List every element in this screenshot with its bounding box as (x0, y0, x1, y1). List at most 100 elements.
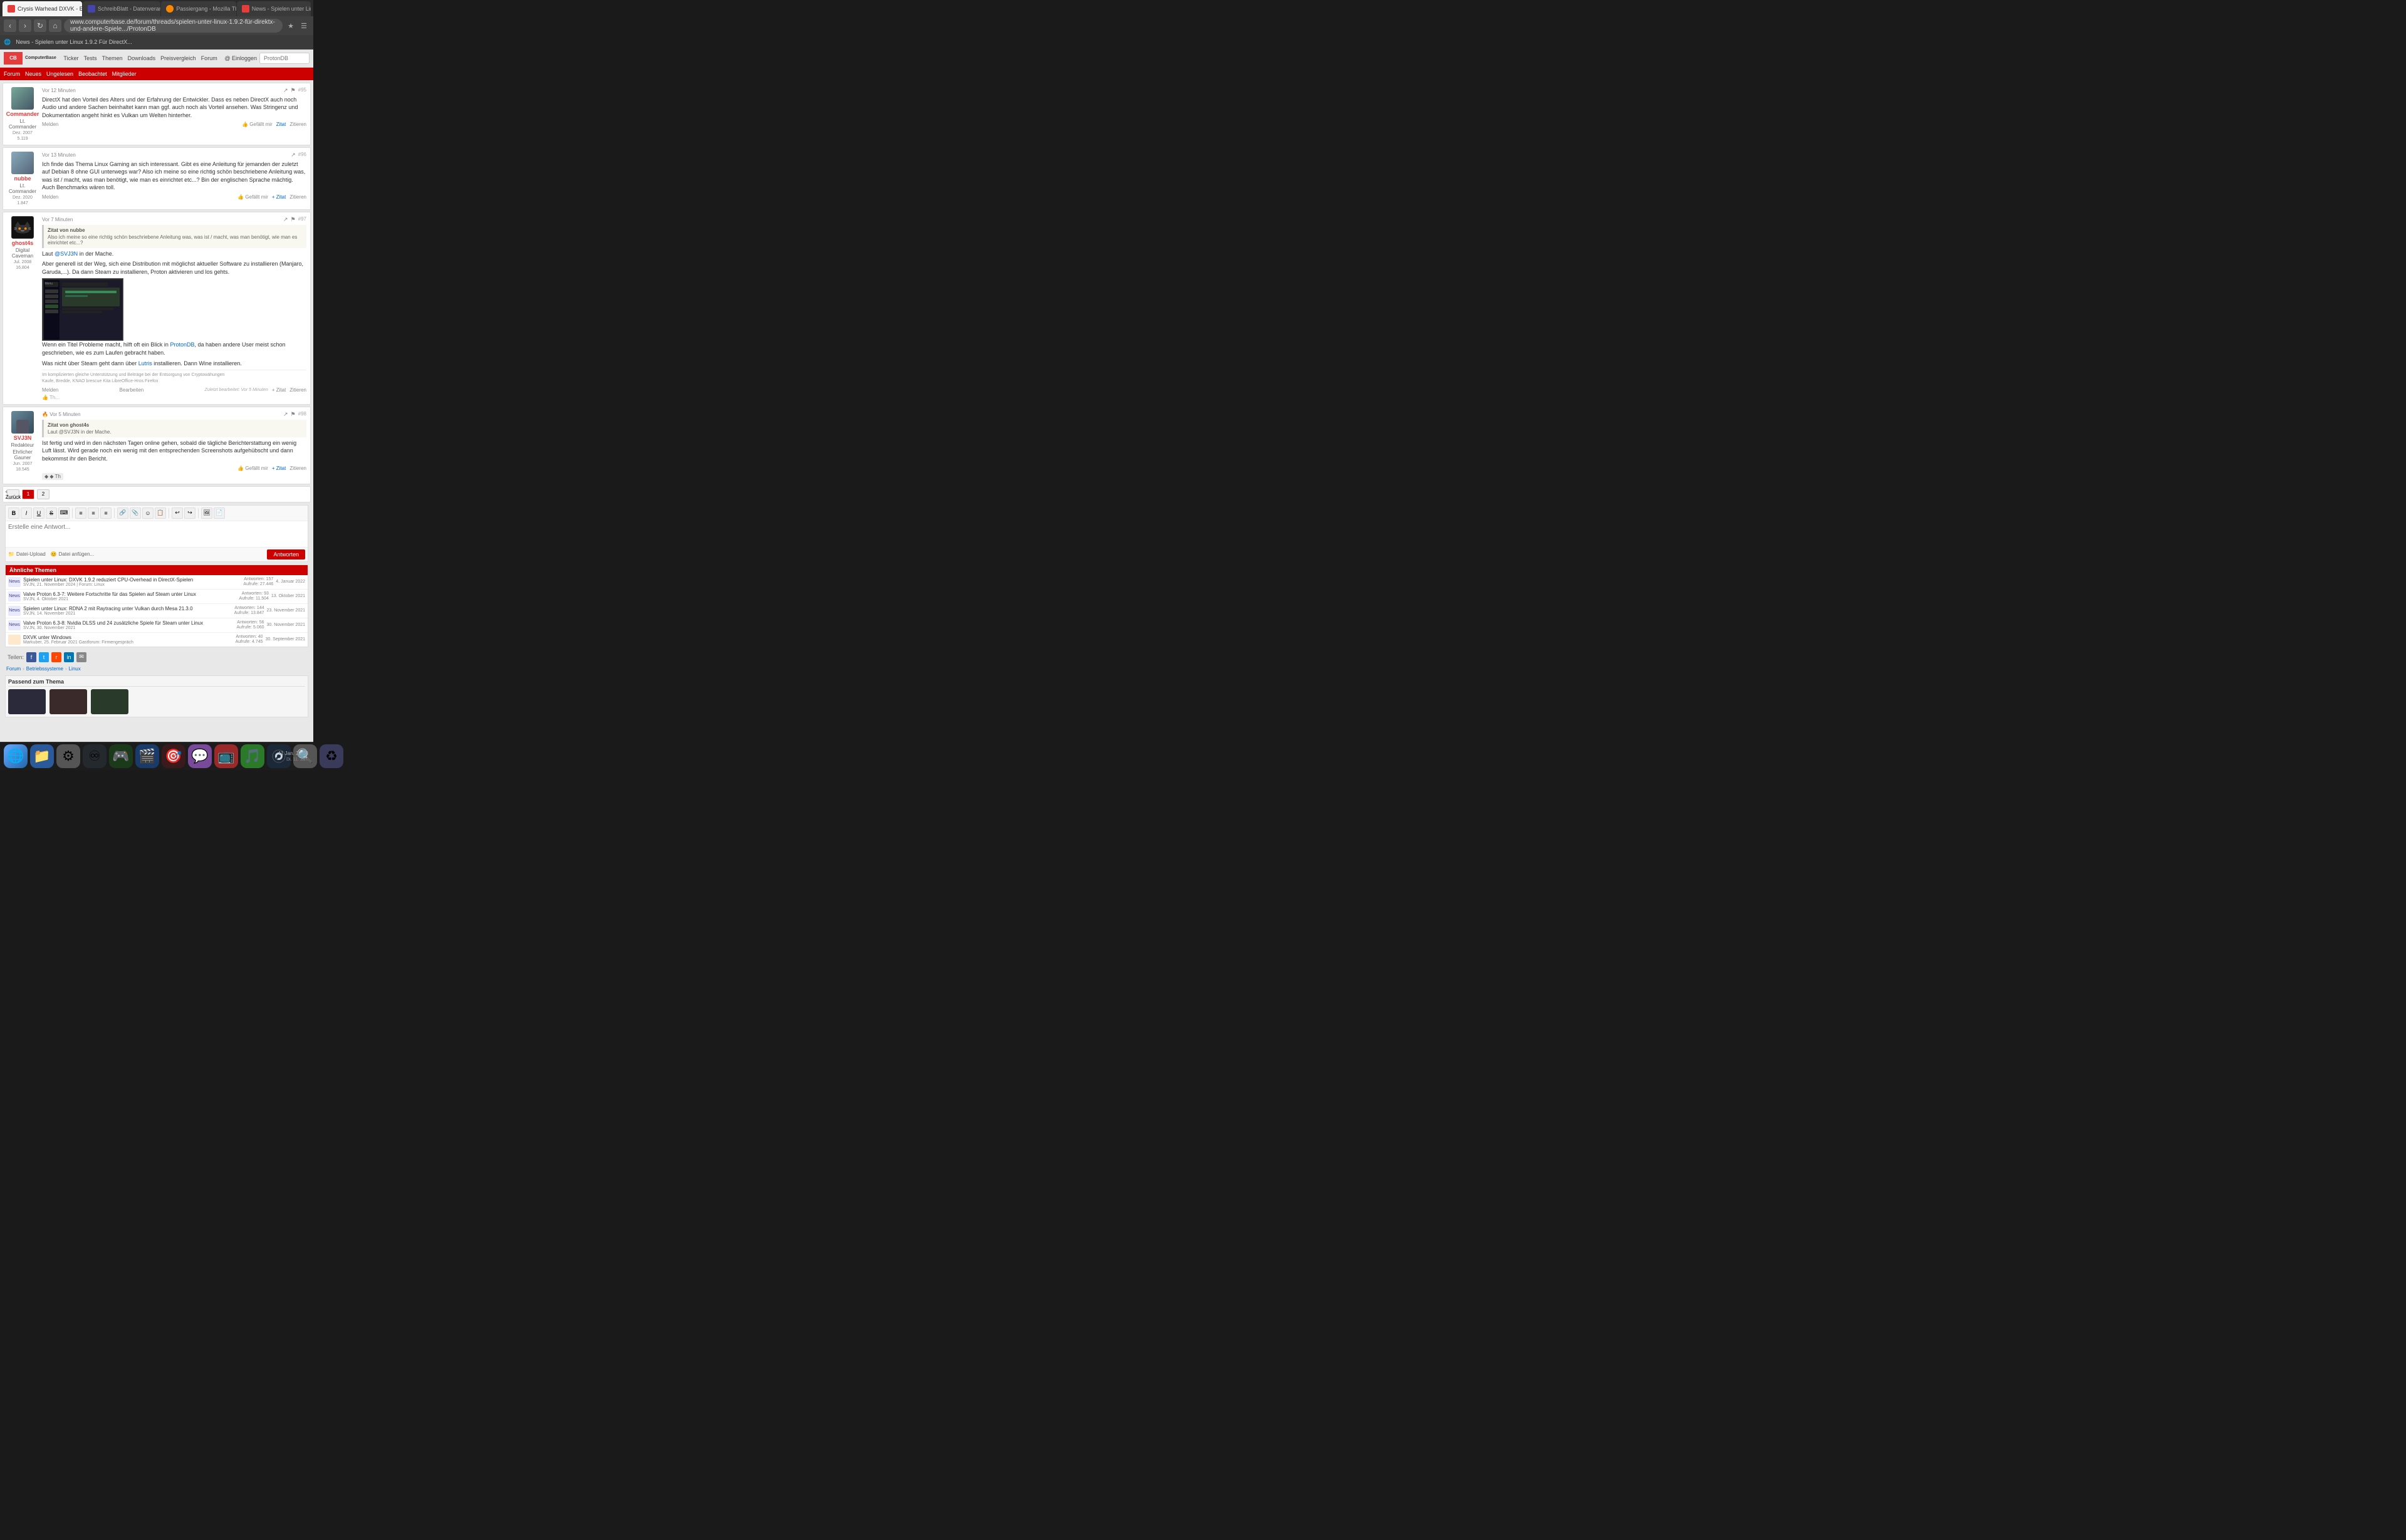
prev-page-btn[interactable]: ‹ Zurück (7, 489, 19, 499)
file-upload-btn[interactable]: 📁 Datei-Upload (8, 551, 46, 557)
tab-1[interactable]: Crysis Warhead DXVK - E... × (3, 1, 82, 16)
forum-scroll[interactable]: CB ComputerBase Ticker Tests Themen Down… (0, 49, 313, 742)
nav-themen[interactable]: Themen (102, 55, 123, 61)
emoji-attach-btn[interactable]: 😊 Datei anfügen... (51, 551, 94, 557)
taskbar-target[interactable]: 🎯 (162, 744, 185, 768)
taskbar-finder[interactable]: 🌐 (4, 744, 28, 768)
bookmark-1[interactable]: 🌐 (4, 39, 11, 46)
like-btn-1[interactable]: 👍 Gefällt mir (242, 122, 273, 127)
bearbeiten-btn-3[interactable]: Bearbeiten (120, 387, 144, 393)
post-share-icon-4[interactable]: ↗ (283, 411, 288, 418)
taskbar-files[interactable]: 📁 (30, 744, 54, 768)
tab-2[interactable]: SchreibBlatt - Datenverarbeit... (83, 1, 161, 16)
mention-svj3n[interactable]: @SVJ3N (55, 251, 78, 257)
forum-nav-unread[interactable]: Ungelesen (46, 71, 73, 77)
page-1-btn[interactable]: 1 (22, 489, 34, 499)
nav-forum[interactable]: Forum (201, 55, 217, 61)
melden-btn-3[interactable]: Melden (42, 387, 58, 393)
like-btn-4[interactable]: 👍 Gefällt mir (237, 466, 268, 471)
like-btn-2[interactable]: 👍 Gefällt mir (237, 194, 268, 200)
link-btn[interactable]: 🔗 (117, 507, 128, 519)
zitieren-btn-4[interactable]: Zitieren (289, 466, 306, 471)
taskbar-game1[interactable]: 🎮 (109, 744, 133, 768)
like-btn-3[interactable]: + Zitat (272, 387, 286, 393)
media-btn[interactable]: 📎 (130, 507, 141, 519)
taskbar-media[interactable]: 📺 (214, 744, 238, 768)
taskbar-chat[interactable]: 💬 (188, 744, 212, 768)
taskbar-atom[interactable]: ♾ (83, 744, 107, 768)
related-item-1[interactable] (8, 689, 46, 714)
taskbar-music[interactable]: 🎵 (241, 744, 264, 768)
code-btn[interactable]: ⌨ (58, 507, 70, 519)
username-3[interactable]: ghost4s (12, 240, 34, 246)
taskbar-kdenlive[interactable]: 🎬 (135, 744, 159, 768)
image-btn[interactable]: 🖼 (201, 507, 212, 519)
related-item-3[interactable] (91, 689, 128, 714)
nav-ticker[interactable]: Ticker (63, 55, 78, 61)
post-share-icon-3[interactable]: ↗ (283, 216, 288, 223)
post-share-icon-1[interactable]: ↗ (283, 87, 288, 94)
zitieren-btn-3[interactable]: Zitieren (289, 387, 306, 393)
login-label[interactable]: @ Einloggen (224, 55, 257, 61)
similar-title-2[interactable]: Valve Proton 6.3-7: Weitere Fortschritte… (23, 591, 237, 597)
similar-title-3[interactable]: Spielen unter Linux: RDNA 2 mit Raytraci… (23, 606, 232, 611)
similar-title-5[interactable]: DXVK unter Windows (23, 635, 233, 640)
forum-nav-home[interactable]: Forum (4, 71, 20, 77)
username-2[interactable]: nubbe (14, 175, 31, 182)
taskbar-settings[interactable]: ⚙ (56, 744, 80, 768)
taskbar-recycle[interactable]: ♻ (320, 744, 343, 768)
post-flag-icon-3[interactable]: ⚑ (291, 216, 296, 223)
post-share-icon-2[interactable]: ↗ (291, 152, 296, 159)
bookmark-2[interactable]: News - Spielen unter Linux 1.9.2 Für Dir… (16, 39, 132, 45)
align-left-btn[interactable]: ≡ (75, 507, 86, 519)
submit-reply-btn[interactable]: Antworten (267, 549, 305, 559)
page-2-btn[interactable]: 2 (37, 489, 49, 499)
email-share-btn[interactable]: ✉ (76, 652, 86, 662)
italic-btn[interactable]: I (21, 507, 32, 519)
search-input[interactable] (259, 53, 310, 64)
nav-preisvergleich[interactable]: Preisvergleich (160, 55, 196, 61)
bc-forum[interactable]: Forum (6, 666, 21, 672)
reddit-share-btn[interactable]: r (51, 652, 61, 662)
align-center-btn[interactable]: ≡ (88, 507, 99, 519)
bookmark-icon[interactable]: ★ (285, 20, 296, 31)
lutris-link[interactable]: Lutris (138, 360, 152, 367)
forum-nav-new[interactable]: Neues (25, 71, 41, 77)
undo-btn[interactable]: ↩ (172, 507, 183, 519)
underline-btn[interactable]: U (33, 507, 44, 519)
menu-icon[interactable]: ☰ (298, 20, 310, 31)
zitieren-btn-2[interactable]: Zitieren (289, 194, 306, 200)
bc-linux[interactable]: Linux (69, 666, 81, 672)
forward-button[interactable]: › (19, 19, 31, 32)
home-button[interactable]: ⌂ (49, 19, 61, 32)
post-flag-icon-1[interactable]: ⚑ (291, 87, 296, 94)
username-4[interactable]: SVJ3N (14, 435, 32, 441)
strike-btn[interactable]: S (46, 507, 57, 519)
username-1[interactable]: Commander (6, 111, 39, 117)
facebook-share-btn[interactable]: f (26, 652, 36, 662)
zitat-btn-4[interactable]: + Zitat (272, 466, 286, 471)
doc-btn[interactable]: 📄 (214, 507, 225, 519)
url-bar[interactable]: www.computerbase.de/forum/threads/spiele… (64, 19, 283, 33)
twitter-share-btn[interactable]: t (39, 652, 49, 662)
post-flag-icon-4[interactable]: ⚑ (291, 411, 296, 418)
tab-4[interactable]: News - Spielen unter Linux... (237, 1, 311, 16)
zitat-btn-2[interactable]: + Zitat (272, 194, 286, 200)
align-right-btn[interactable]: ≡ (100, 507, 112, 519)
similar-title-1[interactable]: Spielen unter Linux: DXVK 1.9.2 reduzier… (23, 577, 241, 583)
melden-btn-1[interactable]: Melden (42, 122, 58, 127)
reload-button[interactable]: ↻ (34, 19, 46, 32)
tab-3[interactable]: Passiergang - Mozilla Thun... (161, 1, 236, 16)
bc-os[interactable]: Betriebssysteme (26, 666, 63, 672)
back-button[interactable]: ‹ (4, 19, 16, 32)
forum-nav-members[interactable]: Mitglieder (112, 71, 137, 77)
related-item-2[interactable] (49, 689, 87, 714)
zitieren-btn-1[interactable]: Zitieren (289, 122, 306, 127)
nav-tests[interactable]: Tests (84, 55, 97, 61)
zitat-btn-1[interactable]: Zitat (276, 122, 286, 127)
bold-btn[interactable]: B (8, 507, 19, 519)
table-btn[interactable]: 📋 (155, 507, 166, 519)
protondb-link[interactable]: ProtonDB (170, 341, 194, 348)
nav-downloads[interactable]: Downloads (128, 55, 156, 61)
melden-btn-2[interactable]: Melden (42, 194, 58, 200)
